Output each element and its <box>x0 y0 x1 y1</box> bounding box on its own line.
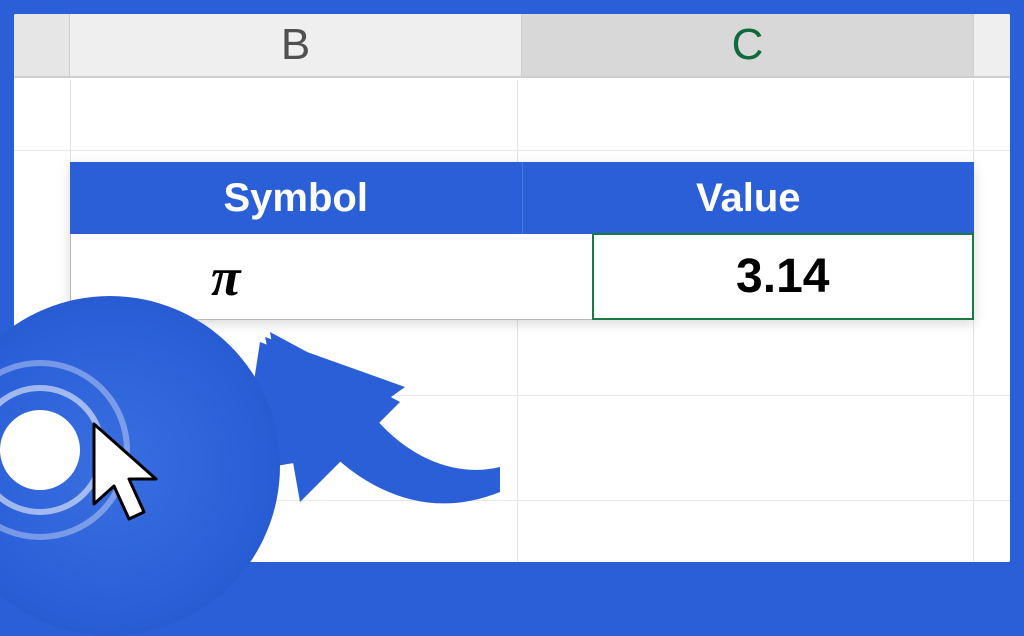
table-value-row: π 3.14 <box>70 234 974 320</box>
cell-value[interactable]: 3.14 <box>593 234 974 319</box>
gridline <box>14 150 1010 151</box>
column-header-row: B C <box>14 14 1010 78</box>
cursor-click-icon <box>84 414 174 534</box>
header-cell-value[interactable]: Value <box>523 162 975 234</box>
badge-ring <box>0 410 80 490</box>
column-header-c[interactable]: C <box>522 14 974 76</box>
column-header-b[interactable]: B <box>70 14 522 76</box>
gridline <box>973 80 974 562</box>
header-cell-symbol[interactable]: Symbol <box>70 162 523 234</box>
gridline <box>517 80 518 562</box>
column-header-stub <box>14 14 70 76</box>
table-header-row: Symbol Value <box>70 162 974 234</box>
data-table: Symbol Value π 3.14 <box>70 162 974 320</box>
column-header-edge <box>974 14 1010 76</box>
